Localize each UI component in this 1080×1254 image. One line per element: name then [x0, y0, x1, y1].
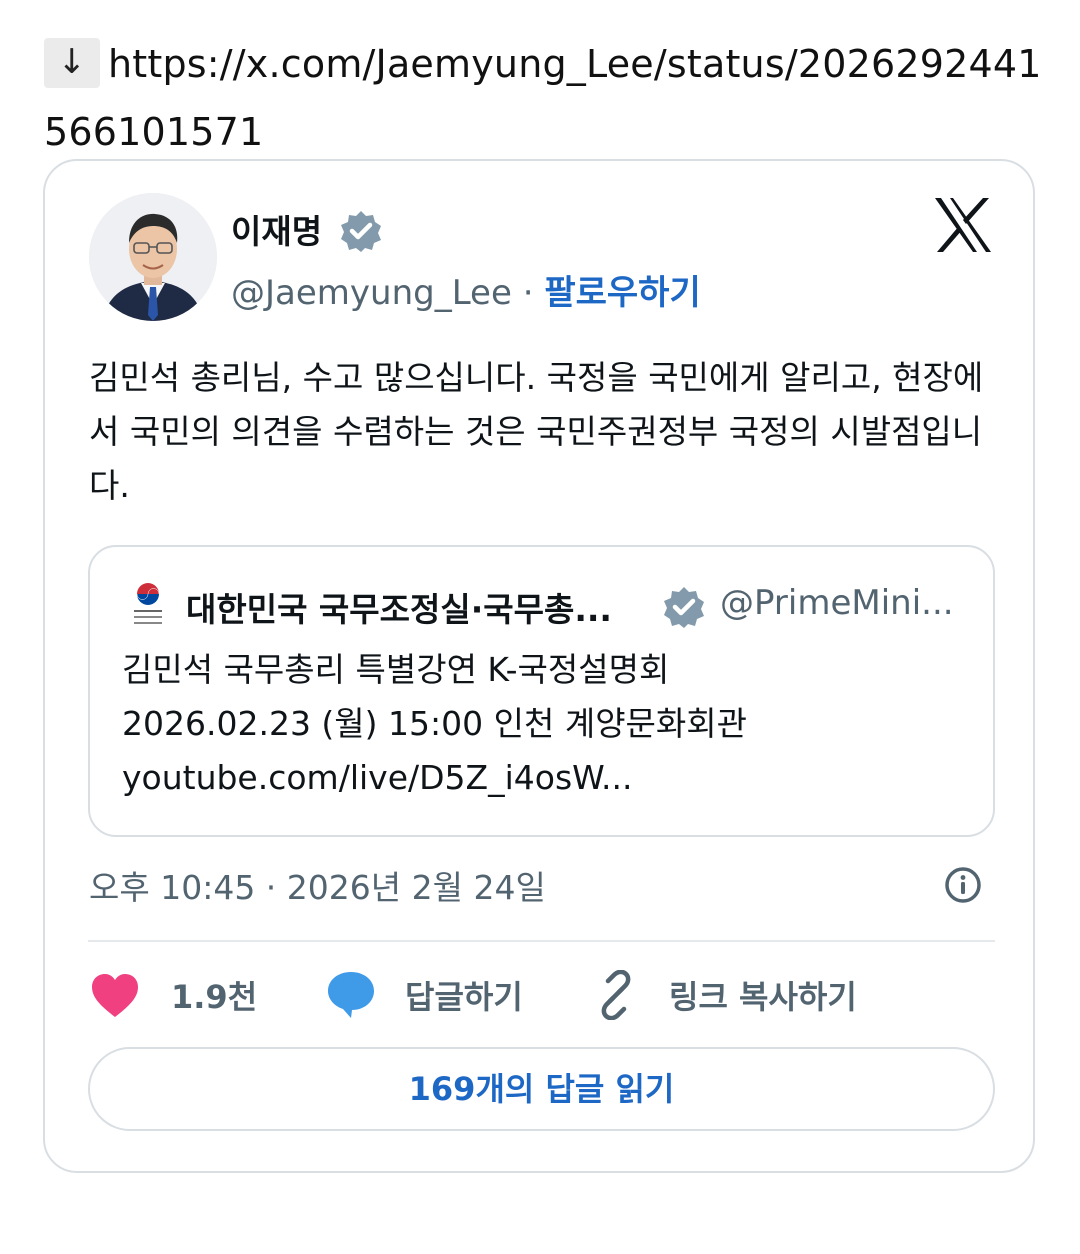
separator-dot: · — [522, 273, 534, 313]
tweet-actions: 1.9천 답글하기 링크 복사하기 — [89, 969, 989, 1021]
likes-count: 1.9천 — [171, 978, 258, 1016]
link-icon — [601, 970, 631, 1020]
quoted-author-name: 대한민국 국무조정실·국무총... — [186, 590, 612, 629]
quoted-line-datetime: 2026.02.23 (월) 15:00 인천 계양문화회관 — [122, 704, 747, 743]
quoted-tweet-text: 김민석 국무총리 특별강연 K-국정설명회 2026.02.23 (월) 15:… — [122, 643, 972, 805]
heart-icon — [92, 974, 138, 1017]
info-icon[interactable] — [943, 865, 983, 905]
tweet-link[interactable]: ↓ https://x.com/Jaemyung_Lee/status/20262… — [44, 30, 1044, 166]
author-handle-row: @Jaemyung_Lee · 팔로우하기 — [231, 265, 701, 314]
tweet-text: 김민석 총리님, 수고 많으십니다. 국정을 국민에게 알리고, 현장에서 국민… — [89, 358, 984, 505]
follow-button[interactable]: 팔로우하기 — [544, 273, 700, 313]
government-emblem-icon — [134, 583, 162, 624]
copy-link-button[interactable]: 링크 복사하기 — [591, 969, 857, 1021]
author-avatar[interactable] — [89, 193, 217, 321]
quoted-line-link[interactable]: youtube.com/live/D5Z_i4osW... — [122, 751, 972, 805]
speech-bubble-icon — [328, 972, 374, 1018]
tweet-url[interactable]: https://x.com/Jaemyung_Lee/status/202629… — [44, 42, 1042, 154]
author-handle[interactable]: @Jaemyung_Lee — [231, 273, 512, 313]
embedded-tweet-card: 이재명 @Jaemyung_Lee · 팔로우하기 김민석 총리님, 수고 많으… — [43, 159, 1035, 1173]
quoted-line-title: 김민석 국무총리 특별강연 K-국정설명회 — [122, 650, 670, 689]
verified-badge-icon — [341, 211, 381, 252]
author-name[interactable]: 이재명 — [231, 205, 322, 253]
x-logo-icon[interactable] — [933, 197, 993, 253]
copy-link-label: 링크 복사하기 — [669, 978, 857, 1016]
verified-badge-icon — [664, 587, 704, 628]
reply-button[interactable]: 답글하기 — [325, 969, 523, 1021]
divider — [88, 940, 995, 942]
quoted-tweet[interactable]: 대한민국 국무조정실·국무총... @PrimeMini... 김민석 국무총리… — [88, 545, 995, 837]
read-replies-button[interactable]: 169개의 답글 읽기 — [88, 1047, 995, 1131]
tweet-timestamp[interactable]: 오후 10:45 · 2026년 2월 24일 — [89, 861, 546, 909]
reply-label: 답글하기 — [405, 978, 523, 1016]
quoted-author-handle: @PrimeMini... — [720, 583, 954, 623]
like-button[interactable]: 1.9천 — [89, 969, 257, 1021]
down-arrow-icon: ↓ — [44, 38, 100, 88]
